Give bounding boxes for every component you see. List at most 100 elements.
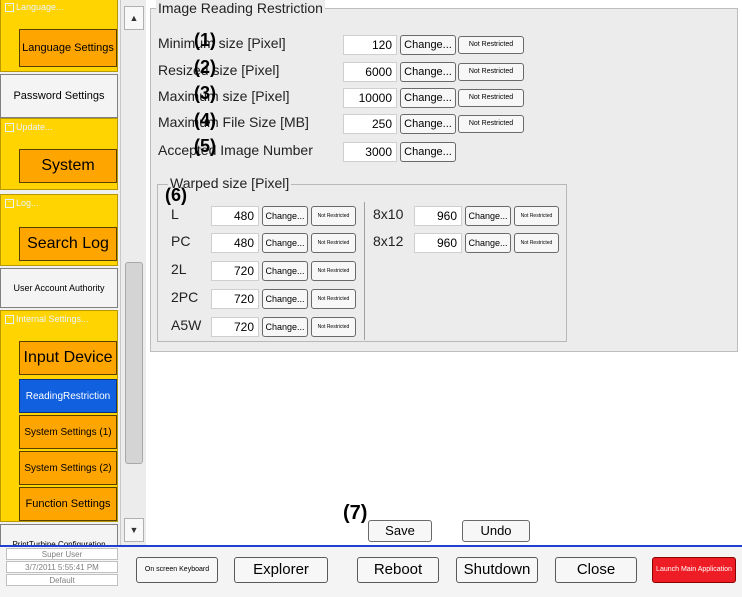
minimum-size-label: Minimum size [Pixel] [158, 35, 286, 51]
warped-label-a5w: A5W [171, 317, 202, 333]
warped-value-8x12: 960 [414, 233, 462, 253]
minimum-size-change-button[interactable]: Change... [400, 35, 456, 55]
sidebar-scrollbar[interactable]: ▲ ▼ [120, 0, 146, 545]
warped-value-a5w: 720 [211, 317, 259, 337]
warped-value-2l: 720 [211, 261, 259, 281]
explorer-button[interactable]: Explorer [234, 557, 328, 583]
category-log-header[interactable]: − Log... [5, 198, 39, 209]
category-header-label: Log... [16, 198, 39, 208]
warped-label-8x12: 8x12 [373, 233, 404, 249]
warped-8x10-change-button[interactable]: Change... [465, 206, 511, 226]
warped-8x12-change-button[interactable]: Change... [465, 233, 511, 253]
reboot-button[interactable]: Reboot [357, 557, 439, 583]
category-internal-header[interactable]: − Internal Settings... [5, 314, 89, 325]
warped-value-8x10: 960 [414, 206, 462, 226]
printturbine-configuration-button[interactable]: PrintTurbine Configuration [0, 524, 118, 545]
warped-value-2pc: 720 [211, 289, 259, 309]
warped-pc-not-restricted-button[interactable]: Not Restricted [311, 233, 356, 253]
warped-2l-not-restricted-button[interactable]: Not Restricted [311, 261, 356, 281]
function-settings-button[interactable]: Function Settings [19, 487, 117, 521]
maximum-size-change-button[interactable]: Change... [400, 88, 456, 108]
warped-2l-change-button[interactable]: Change... [262, 261, 308, 281]
undo-button[interactable]: Undo [462, 520, 530, 542]
warped-label-2l: 2L [171, 261, 187, 277]
warped-l-not-restricted-button[interactable]: Not Restricted [311, 206, 356, 226]
warped-label-pc: PC [171, 233, 191, 249]
annotation-1: (1) [194, 30, 216, 50]
annotation-7: (7) [343, 502, 368, 524]
maximum-size-label: Maximum size [Pixel] [158, 88, 290, 104]
reading-restriction-button[interactable]: ReadingRestriction [19, 379, 117, 413]
current-datetime: 3/7/2011 5:55:41 PM [6, 561, 118, 573]
scroll-up-arrow-icon[interactable]: ▲ [124, 6, 144, 30]
warped-a5w-change-button[interactable]: Change... [262, 317, 308, 337]
category-internal-settings: − Internal Settings... Input Device Readi… [0, 310, 118, 522]
annotation-5: (5) [194, 136, 216, 156]
on-screen-keyboard-button[interactable]: On screen Keyboard [136, 557, 218, 583]
category-log: − Log... Search Log [0, 194, 118, 266]
collapse-icon: − [5, 123, 14, 133]
maximum-file-size-label: Maximum File Size [MB] [158, 114, 309, 130]
category-language-header[interactable]: − Language... [5, 2, 64, 13]
warped-label-2pc: 2PC [171, 289, 199, 305]
scroll-down-arrow-icon[interactable]: ▼ [124, 518, 144, 542]
input-device-button[interactable]: Input Device [19, 341, 117, 375]
minimum-size-not-restricted-button[interactable]: Not Restricted [458, 36, 524, 54]
system-settings-1-button[interactable]: System Settings (1) [19, 415, 117, 449]
warped-8x12-not-restricted-button[interactable]: Not Restricted [514, 233, 559, 253]
category-update: − Update... System [0, 118, 118, 190]
annotation-2: (2) [194, 57, 216, 77]
warped-a5w-not-restricted-button[interactable]: Not Restricted [311, 317, 356, 337]
maximum-size-value: 10000 [343, 88, 397, 108]
password-settings-button[interactable]: Password Settings [0, 74, 118, 118]
current-profile: Default [6, 574, 118, 586]
warped-2pc-change-button[interactable]: Change... [262, 289, 308, 309]
warped-pc-change-button[interactable]: Change... [262, 233, 308, 253]
category-header-label: Language... [16, 2, 64, 12]
maximum-size-not-restricted-button[interactable]: Not Restricted [458, 89, 524, 107]
shutdown-button[interactable]: Shutdown [456, 557, 538, 583]
collapse-icon: − [5, 3, 14, 13]
system-settings-2-button[interactable]: System Settings (2) [19, 451, 117, 485]
current-user: Super User [6, 548, 118, 560]
resized-size-change-button[interactable]: Change... [400, 62, 456, 82]
warped-2pc-not-restricted-button[interactable]: Not Restricted [311, 289, 356, 309]
accepted-image-number-value: 3000 [343, 142, 397, 162]
category-language: − Language... Language Settings [0, 0, 118, 72]
restriction-legend: Image Reading Restriction [156, 0, 325, 16]
annotation-4: (4) [194, 110, 216, 130]
maximum-file-size-change-button[interactable]: Change... [400, 114, 456, 134]
scrollbar-thumb[interactable] [125, 262, 143, 464]
user-account-authority-button[interactable]: User Account Authority [0, 268, 118, 308]
save-button[interactable]: Save [368, 520, 432, 542]
warped-label-8x10: 8x10 [373, 206, 404, 222]
warped-8x10-not-restricted-button[interactable]: Not Restricted [514, 206, 559, 226]
warped-value-l: 480 [211, 206, 259, 226]
maximum-file-size-value: 250 [343, 114, 397, 134]
maximum-file-size-not-restricted-button[interactable]: Not Restricted [458, 115, 524, 133]
bottom-toolbar: Super User 3/7/2011 5:55:41 PM Default O… [0, 545, 742, 597]
category-update-header[interactable]: − Update... [5, 122, 53, 133]
resized-size-value: 6000 [343, 62, 397, 82]
accepted-image-number-label: Accepted Image Number [158, 142, 313, 158]
annotation-6: (6) [165, 185, 187, 205]
system-button[interactable]: System [19, 149, 117, 183]
close-button[interactable]: Close [555, 557, 637, 583]
warped-label-l: L [171, 206, 179, 222]
category-header-label: Internal Settings... [16, 314, 89, 324]
warped-value-pc: 480 [211, 233, 259, 253]
language-settings-button[interactable]: Language Settings [19, 29, 117, 67]
collapse-icon: − [5, 199, 14, 209]
search-log-button[interactable]: Search Log [19, 227, 117, 261]
minimum-size-value: 120 [343, 35, 397, 55]
resized-size-not-restricted-button[interactable]: Not Restricted [458, 63, 524, 81]
accepted-image-number-change-button[interactable]: Change... [400, 142, 456, 162]
collapse-icon: − [5, 315, 14, 325]
settings-sidebar: − Language... Language Settings Password … [0, 0, 120, 545]
category-header-label: Update... [16, 122, 53, 132]
warped-l-change-button[interactable]: Change... [262, 206, 308, 226]
annotation-3: (3) [194, 83, 216, 103]
launch-main-application-button[interactable]: Launch Main Application [652, 557, 736, 583]
warped-divider [364, 202, 365, 340]
resized-size-label: Resized size [Pixel] [158, 62, 280, 78]
